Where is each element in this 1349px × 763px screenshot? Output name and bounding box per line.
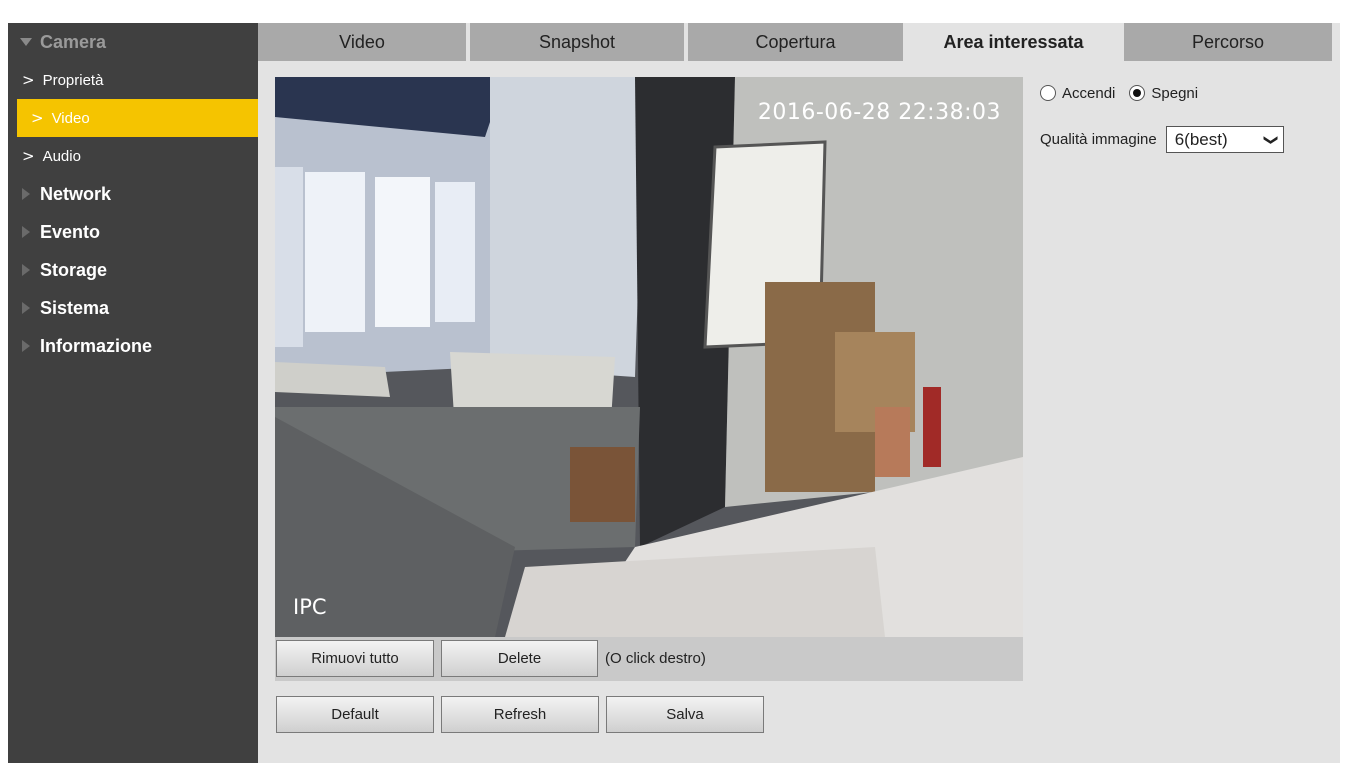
content-panel: Video Snapshot Copertura Area interessat… — [258, 23, 1340, 763]
triangle-right-icon — [22, 188, 30, 200]
sidebar-item-label: Proprietà — [42, 71, 104, 89]
quality-row: Qualità immagine 6(best) ❯ — [1040, 126, 1284, 153]
default-button[interactable]: Default — [276, 696, 434, 733]
video-channel-label: IPC — [293, 595, 327, 619]
radio-off-label: Spegni — [1151, 84, 1199, 102]
tab-area-interessata[interactable]: Area interessata — [907, 23, 1120, 61]
sidebar-group-storage[interactable]: Storage — [8, 251, 258, 289]
triangle-right-icon — [22, 226, 30, 238]
sidebar: Camera > Proprietà > Video > Audio Netwo… — [8, 23, 258, 763]
sidebar-group-camera[interactable]: Camera — [8, 23, 258, 61]
sidebar-group-label: Storage — [40, 259, 108, 280]
triangle-right-icon — [22, 340, 30, 352]
sidebar-group-evento[interactable]: Evento — [8, 213, 258, 251]
refresh-button[interactable]: Refresh — [441, 696, 599, 733]
tab-snapshot[interactable]: Snapshot — [470, 23, 684, 61]
sidebar-item-label: Video — [51, 109, 90, 127]
sidebar-group-label: Informazione — [40, 335, 153, 356]
tab-percorso[interactable]: Percorso — [1124, 23, 1332, 61]
radio-off[interactable] — [1129, 85, 1146, 101]
triangle-right-icon — [22, 302, 30, 314]
radio-selected-dot — [1133, 89, 1142, 97]
sidebar-group-sistema[interactable]: Sistema — [8, 289, 258, 327]
radio-on[interactable] — [1040, 85, 1056, 101]
chevron-right-icon: > — [22, 147, 35, 165]
radio-on-label: Accendi — [1062, 84, 1116, 102]
video-timestamp: 2016-06-28 22:38:03 — [757, 100, 1001, 125]
quality-label: Qualità immagine — [1040, 131, 1157, 148]
chevron-right-icon: > — [22, 71, 35, 89]
tab-bar: Video Snapshot Copertura Area interessat… — [258, 23, 1340, 61]
camera-scene-image — [275, 77, 1023, 637]
quality-select-value: 6(best) — [1174, 129, 1228, 149]
sidebar-group-informazione[interactable]: Informazione — [8, 327, 258, 365]
right-click-hint: (O click destro) — [605, 650, 706, 667]
sidebar-group-label: Network — [40, 183, 112, 204]
sidebar-group-label: Camera — [40, 31, 107, 52]
tab-copertura[interactable]: Copertura — [688, 23, 903, 61]
sidebar-group-label: Sistema — [40, 297, 110, 318]
triangle-down-icon — [20, 38, 32, 46]
tab-video[interactable]: Video — [258, 23, 466, 61]
quality-select[interactable]: 6(best) ❯ — [1165, 126, 1284, 153]
sidebar-item-video[interactable]: > Video — [17, 99, 258, 137]
delete-button[interactable]: Delete — [441, 640, 598, 677]
sidebar-item-audio[interactable]: > Audio — [8, 137, 258, 175]
video-toolbar: Rimuovi tutto Delete (O click destro) — [275, 637, 1023, 681]
sidebar-item-label: Audio — [42, 147, 81, 165]
sidebar-item-proprieta[interactable]: > Proprietà — [8, 61, 258, 99]
save-button[interactable]: Salva — [606, 696, 764, 733]
remove-all-button[interactable]: Rimuovi tutto — [276, 640, 434, 677]
roi-toggle: Accendi Spegni — [1040, 83, 1198, 103]
video-preview[interactable]: 2016-06-28 22:38:03 IPC — [275, 77, 1023, 637]
chevron-down-icon: ❯ — [1262, 133, 1279, 146]
sidebar-group-network[interactable]: Network — [8, 175, 258, 213]
chevron-right-icon: > — [31, 109, 44, 127]
triangle-right-icon — [22, 264, 30, 276]
roi-settings: Accendi Spegni Qualità immagine 6(best) … — [1040, 83, 1284, 153]
sidebar-group-label: Evento — [40, 221, 101, 242]
